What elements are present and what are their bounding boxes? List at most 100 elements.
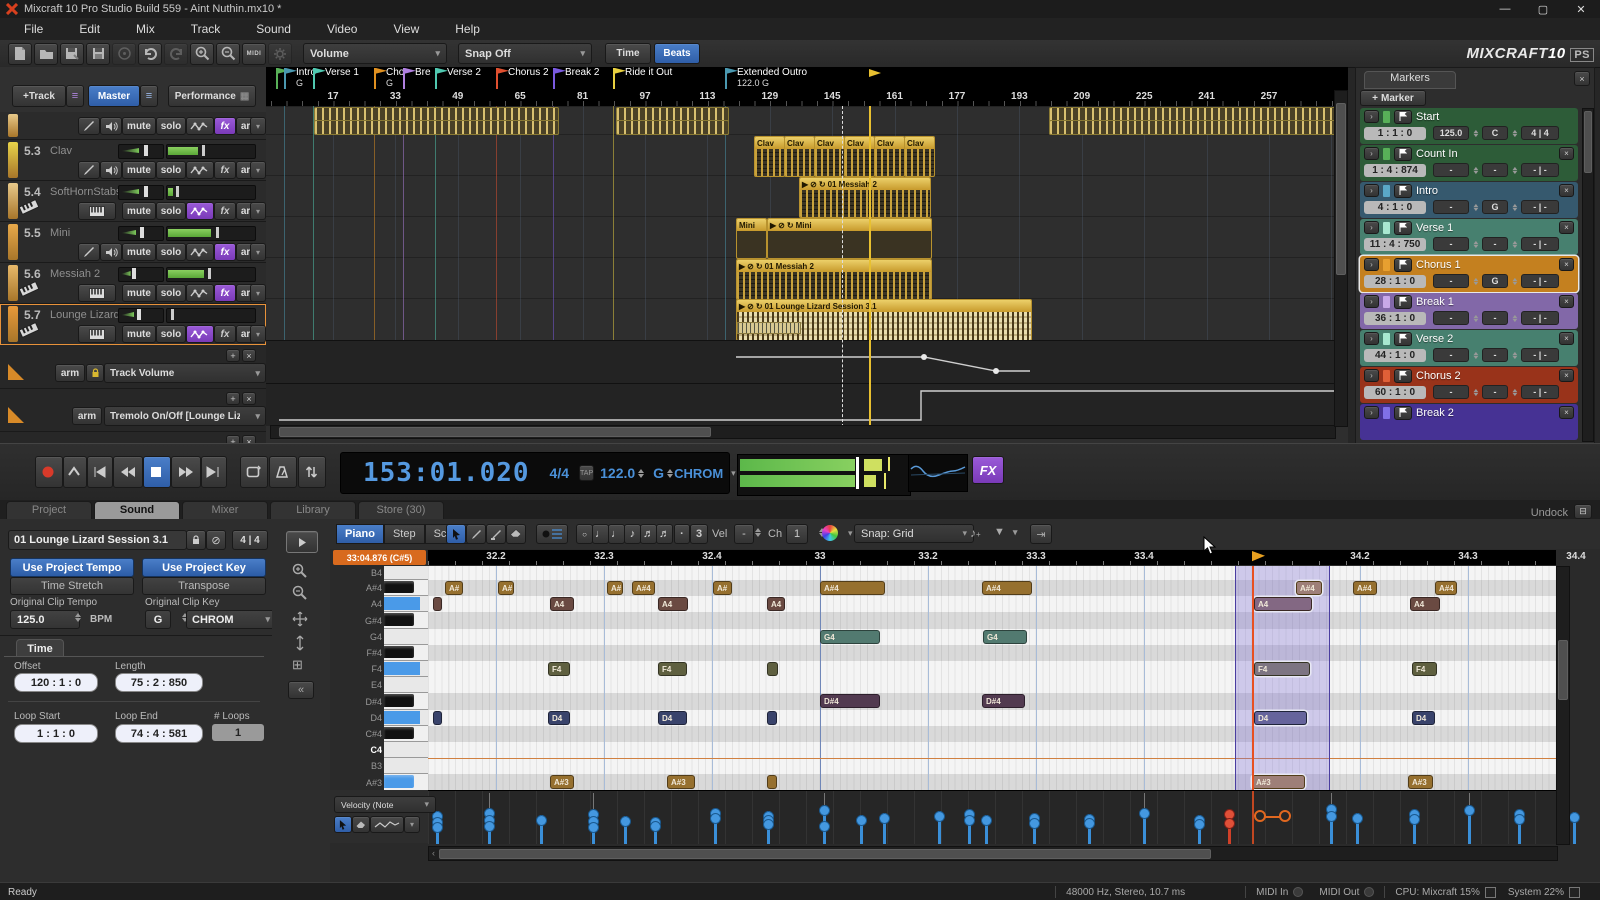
tab-sound[interactable]: Sound	[94, 501, 180, 519]
save-button[interactable]	[86, 43, 110, 65]
midi-note-As4[interactable]: A#4	[820, 581, 885, 595]
loop-start-field[interactable]: 1 : 1 : 0	[14, 724, 98, 743]
marker-card-count-in[interactable]: ›Count In×1 : 4 : 874--- | -	[1360, 145, 1578, 181]
marker-color-chip[interactable]	[1383, 222, 1390, 234]
note-duration-button-3[interactable]: ♪	[624, 524, 641, 544]
velocity-stem[interactable]	[592, 810, 595, 844]
piano-key-D#4[interactable]	[384, 693, 428, 709]
grid-settings-tool[interactable]: ⊞	[292, 657, 303, 673]
marker-card-intro[interactable]: ›Intro×4 : 1 : 0-G- | -	[1360, 182, 1578, 218]
lane-parameter-dropdown[interactable]: Tremolo On/Off [Lounge Liz...▾	[104, 406, 266, 426]
marker-tempo-spinner[interactable]	[1473, 351, 1479, 360]
lane-add-button[interactable]: +	[226, 349, 240, 362]
marker-key[interactable]: -	[1482, 311, 1508, 325]
lane-close-button[interactable]: ×	[242, 392, 256, 405]
midi-note-As[interactable]: A#	[713, 581, 732, 595]
marker-card-verse-1[interactable]: ›Verse 1×11 : 4 : 750--- | -	[1360, 219, 1578, 255]
marker-position[interactable]: 28 : 1 : 0	[1364, 275, 1426, 288]
fx-button[interactable]: fx	[214, 202, 236, 220]
marker-key[interactable]: G	[1482, 200, 1508, 214]
velocity-tool-menu[interactable]: ▾	[404, 816, 420, 833]
time-stretch-button[interactable]: Time Stretch	[10, 577, 134, 595]
velocity-stem[interactable]	[654, 818, 657, 845]
lock-button[interactable]	[186, 530, 206, 550]
track-name[interactable]: Clav	[50, 145, 72, 157]
draw-tool[interactable]	[466, 524, 486, 544]
midi-note-As3[interactable]: A#3	[1408, 775, 1433, 789]
marker-expand-button[interactable]: ›	[1364, 258, 1379, 271]
mute-button[interactable]: mute	[122, 161, 156, 179]
marker-close-button[interactable]: ×	[1559, 147, 1574, 160]
velocity-eraser-tool[interactable]	[352, 816, 370, 833]
tap-tempo-button[interactable]: TAP	[579, 465, 594, 481]
channel-value[interactable]: 1	[786, 524, 808, 544]
note-names-button[interactable]: ▼▾	[994, 526, 1017, 538]
marker-flag-button[interactable]	[1394, 369, 1412, 383]
marker-name[interactable]: Break 1	[1416, 296, 1454, 308]
midi-note-F4[interactable]: F4	[1254, 662, 1310, 676]
velocity-stem[interactable]	[1228, 810, 1231, 844]
midi-clip[interactable]: ▶⊘↻01 Lounge Lizard Session 3.1	[736, 299, 1032, 341]
midi-note[interactable]	[767, 775, 777, 789]
midi-note-As4[interactable]: A#4	[1353, 581, 1377, 595]
tab-project[interactable]: Project	[6, 501, 92, 519]
menu-track[interactable]: Track	[175, 20, 237, 38]
preview-play-button[interactable]	[286, 531, 318, 553]
clip-play-icon[interactable]: ▶	[739, 302, 745, 311]
playhead-time[interactable]: 153:01.020	[363, 458, 530, 488]
midi-note-F4[interactable]: F4	[658, 662, 687, 676]
marker-name[interactable]: Start	[1416, 111, 1439, 123]
mute-clip-button[interactable]: ⊘	[206, 530, 226, 550]
midi-note-As4[interactable]: A#4	[632, 581, 655, 595]
marker-expand-button[interactable]: ›	[1364, 147, 1379, 160]
lane-arm-button[interactable]: arm	[55, 364, 85, 382]
velocity-stem[interactable]	[1330, 805, 1333, 844]
velocity-curve-tool[interactable]	[370, 816, 404, 833]
fx-button[interactable]: fx	[214, 117, 236, 135]
marker-tempo-spinner[interactable]	[1473, 203, 1479, 212]
marker-expand-button[interactable]: ›	[1364, 221, 1379, 234]
midi-note-As3[interactable]: A#3	[667, 775, 695, 789]
audio-clip-strip[interactable]	[1049, 120, 1344, 135]
burn-button[interactable]	[112, 43, 136, 65]
menu-help[interactable]: Help	[439, 20, 496, 38]
marker-name[interactable]: Chorus 2	[1416, 370, 1461, 382]
track-keyboard-button[interactable]	[78, 325, 116, 343]
marker-tempo[interactable]: -	[1433, 348, 1469, 362]
loop-button[interactable]	[240, 456, 268, 488]
velocity-dot[interactable]	[879, 813, 890, 824]
marker-expand-button[interactable]: ›	[1364, 369, 1379, 382]
velocity-dot[interactable]	[484, 821, 495, 832]
marker-expand-button[interactable]: ›	[1364, 184, 1379, 197]
markers-vscrollbar[interactable]	[1582, 108, 1594, 442]
lane-close-button[interactable]: ×	[242, 349, 256, 362]
lane-fold-arrow[interactable]	[8, 364, 24, 380]
note-duration-button-2[interactable]: ♩	[608, 524, 625, 544]
midi-note[interactable]	[767, 711, 777, 725]
clip-play-icon[interactable]: ▶	[770, 221, 776, 230]
vertical-zoom-tool[interactable]	[292, 635, 308, 654]
marker-tempo[interactable]: -	[1433, 385, 1469, 399]
track-more-button[interactable]: ▾	[250, 325, 266, 343]
arrange-hscrollbar[interactable]	[270, 425, 1336, 439]
marker-tempo[interactable]: -	[1433, 200, 1469, 214]
marker-signature[interactable]: - | -	[1521, 385, 1559, 399]
midi-note-A4[interactable]: A4	[767, 597, 785, 611]
track-volume-slider[interactable]	[118, 308, 164, 323]
playhead-flag-icon[interactable]	[1252, 551, 1265, 563]
scale-value[interactable]: CHROM	[674, 466, 723, 481]
marker-name[interactable]: Chorus 1	[1416, 259, 1461, 271]
collapse-panel-button[interactable]: «	[288, 681, 314, 699]
velocity-dot[interactable]	[536, 815, 547, 826]
lane-parameter-dropdown[interactable]: Track Volume▾	[104, 363, 266, 383]
velocity-stem[interactable]	[938, 811, 941, 844]
velocity-stem[interactable]	[1413, 810, 1416, 844]
marker-flag-button[interactable]	[1394, 295, 1412, 309]
length-field[interactable]: 75 : 2 : 850	[115, 673, 203, 692]
marker-color-chip[interactable]	[1383, 148, 1390, 160]
marker-flag-button[interactable]	[1394, 332, 1412, 346]
midi-clip[interactable]: ▶⊘↻Mini	[767, 218, 932, 259]
marker-signature[interactable]: - | -	[1521, 200, 1559, 214]
piano-roll-vscrollbar[interactable]	[1556, 566, 1570, 845]
marker-close-button[interactable]: ×	[1559, 332, 1574, 345]
